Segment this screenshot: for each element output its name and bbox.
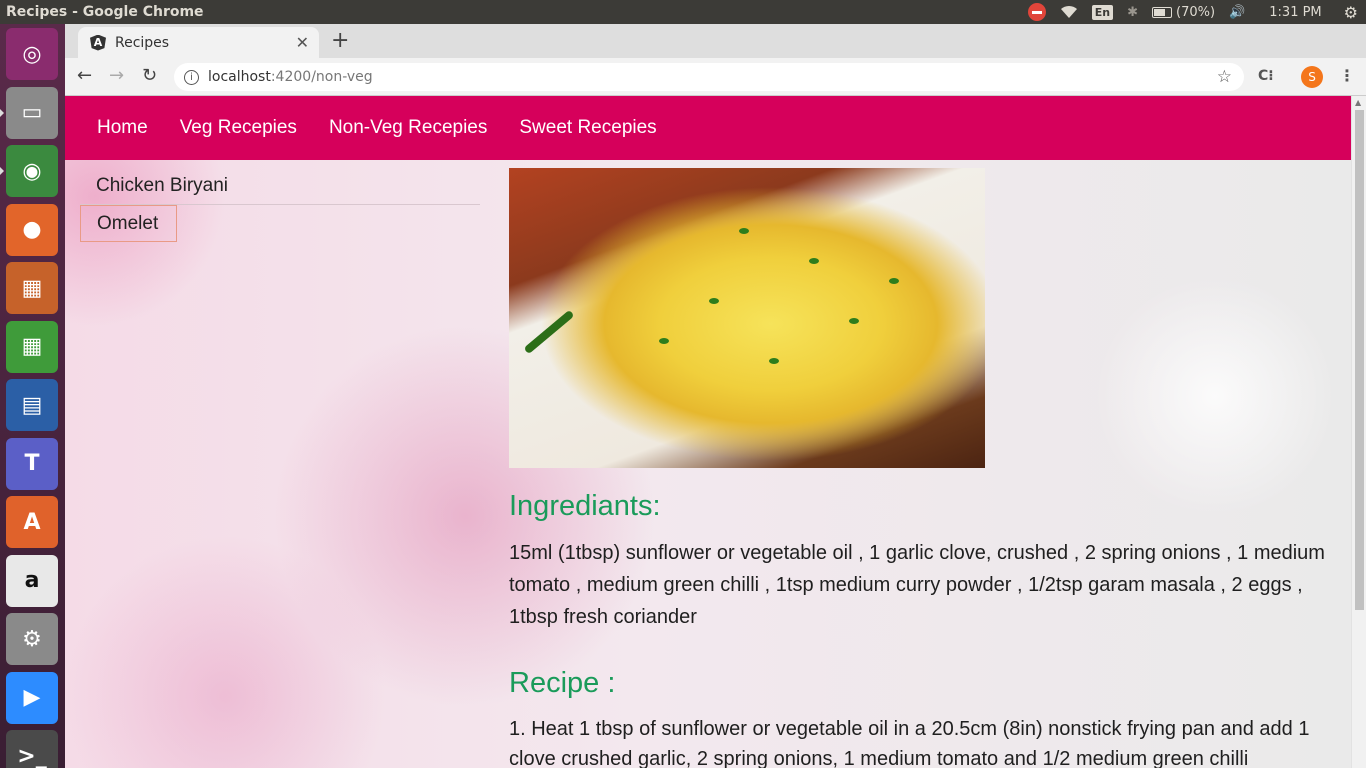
recipe-list: Chicken Biryani Omelet (80, 168, 480, 242)
scroll-up-icon[interactable]: ▲ (1355, 98, 1361, 107)
recipe-item-chicken-biryani[interactable]: Chicken Biryani (80, 168, 480, 205)
omelet-image (509, 168, 985, 468)
new-tab-button[interactable]: + (331, 28, 349, 53)
clock[interactable]: 1:31 PM (1269, 5, 1321, 20)
impress-icon[interactable]: ▦ (6, 262, 58, 314)
ubuntu-icon[interactable]: ◎ (6, 28, 58, 80)
bookmark-star-icon[interactable]: ☆ (1217, 67, 1232, 87)
url-path: :4200/non-veg (270, 69, 373, 85)
software-icon[interactable]: A (6, 496, 58, 548)
battery-indicator[interactable]: (70%) (1152, 5, 1215, 20)
terminal-icon[interactable]: >_ (6, 730, 58, 768)
page-viewport: Home Veg Recepies Non-Veg Recepies Sweet… (65, 96, 1351, 768)
ingredients-heading: Ingrediants: (509, 490, 661, 522)
calc-icon[interactable]: ▦ (6, 320, 58, 373)
url-host: localhost (208, 69, 271, 85)
os-top-bar: Recipes - Google Chrome En ✱ (70%) 🔊 1:3… (0, 0, 1366, 24)
extension-icon[interactable]: C⁝ (1258, 68, 1274, 84)
reload-button[interactable]: ↻ (142, 65, 157, 86)
browser-window: A Recipes ✕ + ← → ↻ i localhost:4200/non… (65, 24, 1366, 768)
recipe-item-omelet[interactable]: Omelet (80, 205, 177, 242)
volume-icon[interactable]: 🔊 (1229, 5, 1245, 20)
recipe-text: 1. Heat 1 tbsp of sunflower or vegetable… (509, 718, 1310, 768)
writer-icon[interactable]: ▤ (6, 379, 58, 431)
power-gear-icon[interactable]: ⚙ (1344, 3, 1358, 22)
tab-recipes[interactable]: A Recipes ✕ (78, 27, 319, 58)
close-tab-icon[interactable]: ✕ (296, 33, 309, 52)
nav-non-veg-recipes[interactable]: Non-Veg Recepies (329, 117, 487, 139)
profile-avatar[interactable]: S (1301, 66, 1323, 88)
wifi-icon[interactable] (1060, 5, 1078, 19)
window-title: Recipes - Google Chrome (6, 4, 204, 20)
recipe-heading: Recipe : (509, 667, 616, 699)
chrome-menu-icon[interactable]: ⋮ (1339, 66, 1355, 85)
tab-strip: A Recipes ✕ + (65, 24, 1366, 58)
recipe-detail: Ingrediants: 15ml (1tbsp) sunflower or v… (509, 168, 1339, 768)
chrome-icon[interactable]: ◉ (0, 145, 58, 197)
nav-veg-recipes[interactable]: Veg Recepies (180, 117, 297, 139)
system-tray: En ✱ (70%) 🔊 1:31 PM ⚙ (1027, 0, 1358, 24)
nav-home[interactable]: Home (97, 117, 148, 139)
main-navbar: Home Veg Recepies Non-Veg Recepies Sweet… (65, 96, 1351, 160)
address-bar[interactable]: i localhost:4200/non-veg ☆ (174, 63, 1244, 91)
tab-title: Recipes (115, 34, 170, 51)
browser-toolbar: ← → ↻ i localhost:4200/non-veg ☆ C⁝ S ⋮ (65, 58, 1366, 96)
bluetooth-icon[interactable]: ✱ (1127, 5, 1138, 20)
battery-percent: (70%) (1176, 4, 1216, 20)
nav-sweet-recipes[interactable]: Sweet Recepies (519, 117, 656, 139)
firefox-icon[interactable]: ● (6, 203, 58, 256)
herb-garnish (523, 309, 575, 355)
app-launcher: ◎ ▭ ◉ ● ▦ ▦ ▤ T Aa ⚙ ▶ >_ (0, 24, 65, 768)
no-entry-icon[interactable] (1027, 3, 1046, 21)
amazon-icon[interactable]: a (6, 554, 58, 607)
teams-icon[interactable]: T (6, 437, 58, 490)
battery-icon (1152, 6, 1173, 18)
info-icon[interactable]: i (184, 69, 199, 85)
settings-icon[interactable]: ⚙ (6, 613, 58, 665)
scrollbar-thumb[interactable] (1355, 110, 1364, 610)
files-icon[interactable]: ▭ (0, 86, 58, 139)
back-button[interactable]: ← (77, 65, 92, 86)
keyboard-language[interactable]: En (1091, 4, 1114, 20)
zoom-icon[interactable]: ▶ (6, 671, 58, 724)
ingredients-text: 15ml (1tbsp) sunflower or vegetable oil … (509, 542, 1325, 628)
angular-favicon-icon: A (90, 34, 106, 51)
page-scrollbar[interactable]: ▲ (1351, 96, 1366, 768)
forward-button[interactable]: → (109, 65, 124, 86)
